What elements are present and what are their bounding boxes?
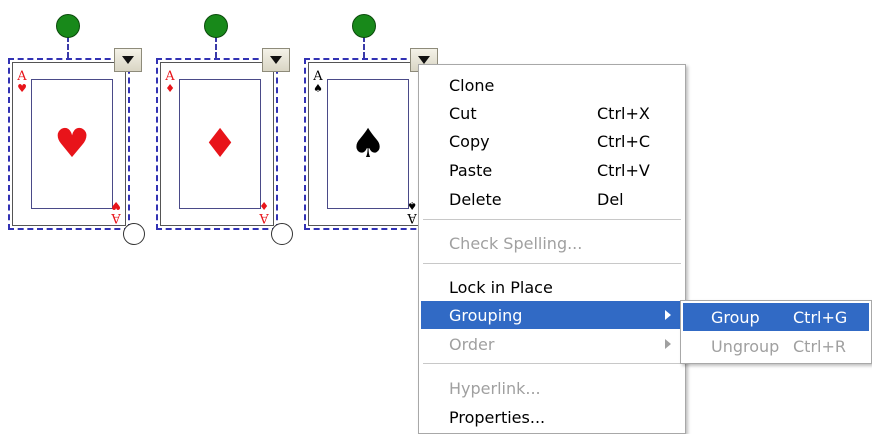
selection-box[interactable]: A ♦ ♦ A ♦ bbox=[156, 58, 278, 230]
playing-card: A ♠ ♠ A ♠ bbox=[308, 62, 422, 226]
object-menu-button[interactable] bbox=[262, 48, 290, 72]
rotate-handle[interactable] bbox=[204, 14, 228, 38]
menu-item-copy[interactable]: Copy Ctrl+C bbox=[421, 127, 683, 155]
rotate-handle[interactable] bbox=[56, 14, 80, 38]
context-menu: Clone Cut Ctrl+X Copy Ctrl+C Paste Ctrl+… bbox=[418, 64, 686, 434]
card-index-bottom: A ♠ bbox=[407, 199, 417, 225]
menu-item-lock-in-place[interactable]: Lock in Place bbox=[421, 273, 683, 301]
shortcut-label: Ctrl+R bbox=[793, 336, 846, 356]
menu-separator bbox=[423, 219, 681, 220]
rotate-stem bbox=[67, 36, 69, 58]
playing-card: A ♥ ♥ A ♥ bbox=[12, 62, 126, 226]
selection-box[interactable]: A ♠ ♠ A ♠ bbox=[304, 58, 426, 230]
rotate-stem bbox=[215, 36, 217, 58]
card-index-bottom: A ♦ bbox=[259, 199, 269, 225]
menu-separator bbox=[423, 263, 681, 264]
menu-item-cut[interactable]: Cut Ctrl+X bbox=[421, 99, 683, 127]
selection-box[interactable]: A ♥ ♥ A ♥ bbox=[8, 58, 130, 230]
menu-separator bbox=[423, 363, 681, 364]
chevron-down-icon bbox=[122, 56, 134, 64]
card-index-top: A ♠ bbox=[313, 69, 323, 95]
object-menu-button[interactable] bbox=[114, 48, 142, 72]
shortcut-label: Del bbox=[597, 189, 624, 209]
card-center: ♥ bbox=[31, 79, 113, 209]
shortcut-label: Ctrl+X bbox=[597, 103, 650, 123]
grouping-submenu: Group Ctrl+G Ungroup Ctrl+R bbox=[680, 300, 872, 364]
card-center: ♦ bbox=[179, 79, 261, 209]
menu-item-paste[interactable]: Paste Ctrl+V bbox=[421, 156, 683, 184]
submenu-item-group[interactable]: Group Ctrl+G bbox=[683, 303, 869, 331]
shortcut-label: Ctrl+C bbox=[597, 131, 651, 151]
spade-suit-icon: ♠ bbox=[350, 121, 386, 167]
menu-item-grouping[interactable]: Grouping bbox=[421, 301, 683, 329]
submenu-item-ungroup[interactable]: Ungroup Ctrl+R bbox=[683, 332, 869, 360]
chevron-right-icon bbox=[665, 310, 671, 320]
menu-item-delete[interactable]: Delete Del bbox=[421, 185, 683, 213]
card-index-top: A ♦ bbox=[165, 69, 175, 95]
rotate-handle[interactable] bbox=[352, 14, 376, 38]
chevron-right-icon bbox=[665, 339, 671, 349]
heart-suit-icon: ♥ bbox=[54, 121, 90, 167]
resize-handle[interactable] bbox=[123, 223, 145, 245]
diamond-suit-icon: ♦ bbox=[202, 121, 238, 167]
shortcut-label: Ctrl+G bbox=[793, 307, 848, 327]
menu-item-clone[interactable]: Clone bbox=[421, 71, 683, 99]
menu-item-check-spelling[interactable]: Check Spelling... bbox=[421, 229, 683, 257]
menu-item-order[interactable]: Order bbox=[421, 330, 683, 358]
chevron-down-icon bbox=[270, 56, 282, 64]
menu-item-properties[interactable]: Properties... bbox=[421, 403, 683, 431]
chevron-down-icon bbox=[418, 56, 430, 64]
shortcut-label: Ctrl+V bbox=[597, 160, 650, 180]
card-index-top: A ♥ bbox=[17, 69, 27, 95]
card-index-bottom: A ♥ bbox=[111, 199, 121, 225]
resize-handle[interactable] bbox=[271, 223, 293, 245]
card-center: ♠ bbox=[327, 79, 409, 209]
playing-card: A ♦ ♦ A ♦ bbox=[160, 62, 274, 226]
rotate-stem bbox=[363, 36, 365, 58]
menu-item-hyperlink[interactable]: Hyperlink... bbox=[421, 374, 683, 402]
